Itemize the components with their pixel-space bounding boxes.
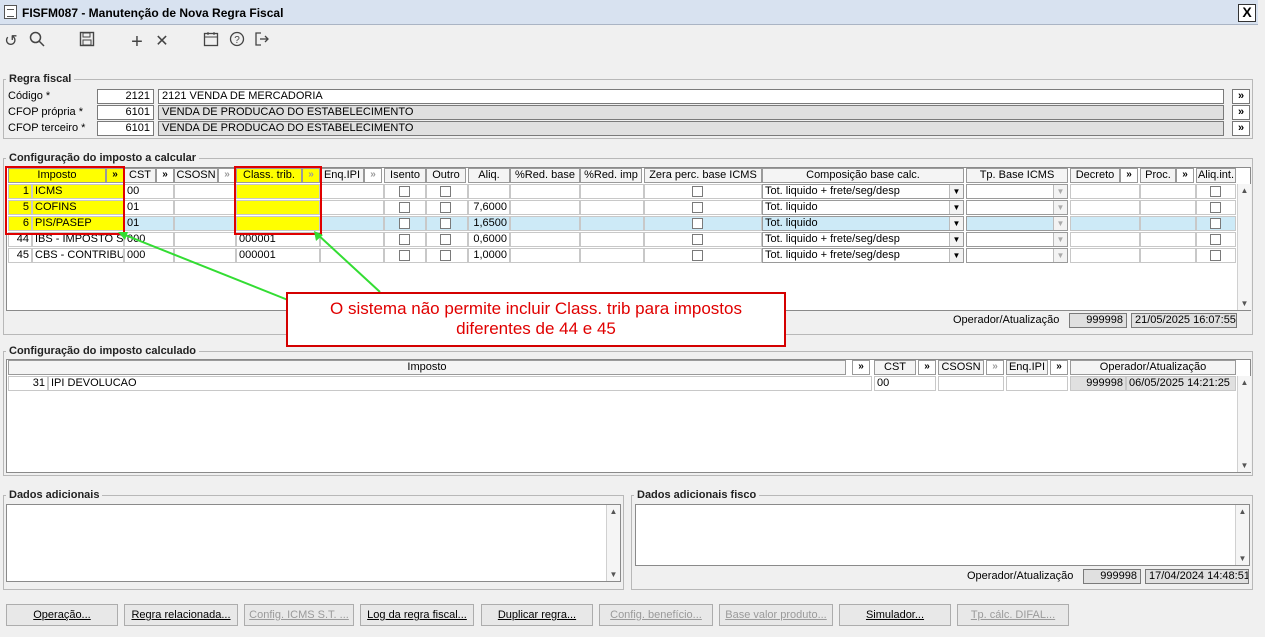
regra-relacionada-button[interactable]: Regra relacionada... <box>124 604 238 626</box>
adicionais-data: 17/04/2024 14:48:51 <box>1145 569 1249 584</box>
scroll-down-icon[interactable]: ▼ <box>1238 459 1251 472</box>
calc2-row-enq[interactable] <box>1006 376 1068 391</box>
calc2-row-operador: 999998 <box>1070 376 1126 391</box>
calc2-col-enq-ipi[interactable]: Enq.IPI <box>1006 360 1048 375</box>
calculado-group-label: Configuração do imposto calculado <box>6 345 200 357</box>
callout-box: O sistema não permite incluir Class. tri… <box>286 292 786 347</box>
scroll-up-icon[interactable]: ▲ <box>1238 376 1251 389</box>
calc2-row-csosn[interactable] <box>938 376 1004 391</box>
dados-fisco-label: Dados adicionais fisco <box>634 489 760 501</box>
calc2-col-csosn-more[interactable]: » <box>986 360 1004 375</box>
dados-adicionais-scrollbar[interactable]: ▲ ▼ <box>606 505 620 581</box>
callout-line2: diferentes de 44 e 45 <box>456 319 616 338</box>
scroll-up-icon[interactable]: ▲ <box>607 505 620 518</box>
config-beneficio-button[interactable]: Config. benefício... <box>599 604 713 626</box>
scroll-down-icon[interactable]: ▼ <box>607 568 620 581</box>
calc2-col-cst[interactable]: CST <box>874 360 916 375</box>
scroll-up-icon[interactable]: ▲ <box>1236 505 1249 518</box>
calc2-row-cst[interactable]: 00 <box>874 376 936 391</box>
simulador-button[interactable]: Simulador... <box>839 604 951 626</box>
log-regra-button[interactable]: Log da regra fiscal... <box>360 604 474 626</box>
dados-fisco-textarea[interactable] <box>635 504 1250 566</box>
calculado-scrollbar[interactable]: ▲ ▼ <box>1237 376 1251 472</box>
duplicar-regra-button[interactable]: Duplicar regra... <box>481 604 593 626</box>
calc2-row-cod[interactable]: 31 <box>8 376 48 391</box>
base-valor-produto-button[interactable]: Base valor produto... <box>719 604 833 626</box>
calc2-col-csosn[interactable]: CSOSN <box>938 360 984 375</box>
operacao-button[interactable]: Operação... <box>6 604 118 626</box>
calc2-row-nome[interactable]: IPI DEVOLUCAO <box>48 376 872 391</box>
dados-adicionais-textarea[interactable] <box>6 504 621 582</box>
callout-line1: O sistema não permite incluir Class. tri… <box>330 299 742 318</box>
calc2-col-cst-more[interactable]: » <box>918 360 936 375</box>
dados-adicionais-label: Dados adicionais <box>6 489 103 501</box>
tp-calc-difal-button[interactable]: Tp. cálc. DIFAL... <box>957 604 1069 626</box>
calc2-col-imposto[interactable]: Imposto <box>8 360 846 375</box>
adicionais-operador-label: Operador/Atualização <box>967 570 1074 582</box>
calc2-row-data: 06/05/2025 14:21:25 <box>1126 376 1236 391</box>
config-icms-st-button[interactable]: Config. ICMS S.T. ... <box>244 604 354 626</box>
dados-fisco-scrollbar[interactable]: ▲ ▼ <box>1235 505 1249 565</box>
calc2-col-operador[interactable]: Operador/Atualização <box>1070 360 1236 375</box>
calc2-col-enq-ipi-more[interactable]: » <box>1050 360 1068 375</box>
calc2-col-imposto-more[interactable]: » <box>852 360 870 375</box>
scroll-down-icon[interactable]: ▼ <box>1236 552 1249 565</box>
adicionais-operador: 999998 <box>1083 569 1141 584</box>
